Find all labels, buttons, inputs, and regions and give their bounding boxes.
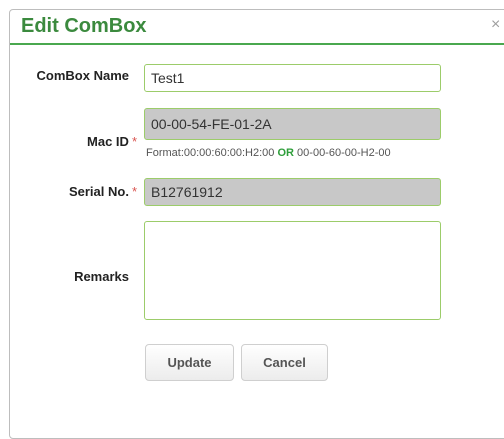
serial-no-label: Serial No. *: [25, 184, 137, 199]
combox-name-input[interactable]: [144, 64, 441, 92]
dialog-header: Edit ComBox ×: [10, 10, 504, 45]
mac-id-label-text: Mac ID: [87, 134, 129, 149]
cancel-button[interactable]: Cancel: [241, 344, 328, 381]
mac-id-input[interactable]: [144, 108, 441, 140]
mac-id-required-marker: *: [131, 134, 137, 149]
remarks-textarea[interactable]: [144, 221, 441, 320]
mac-id-hint-suffix: 00-00-60-00-H2-00: [297, 147, 391, 159]
serial-no-required-marker: *: [131, 184, 137, 199]
serial-no-label-text: Serial No.: [68, 184, 129, 199]
remarks-label-text: Remarks: [74, 269, 129, 284]
combox-name-label-text: ComBox Name: [36, 68, 129, 83]
mac-id-format-hint: Format:00:00:60:00:H2:00 OR 00-00-60-00-…: [146, 147, 391, 159]
close-icon[interactable]: ×: [491, 17, 500, 33]
serial-no-input[interactable]: [144, 178, 441, 206]
combox-name-label: ComBox Name: [25, 68, 129, 83]
edit-combox-dialog: Edit ComBox × ComBox Name Mac ID* Format…: [9, 9, 504, 439]
mac-id-label: Mac ID *: [25, 134, 137, 149]
mac-id-hint-prefix: Format:00:00:60:00:H2:00: [146, 147, 275, 159]
mac-id-hint-or: OR: [277, 147, 294, 159]
remarks-label: Remarks: [25, 269, 129, 284]
dialog-title: Edit ComBox: [21, 15, 147, 37]
update-button[interactable]: Update: [145, 344, 234, 381]
